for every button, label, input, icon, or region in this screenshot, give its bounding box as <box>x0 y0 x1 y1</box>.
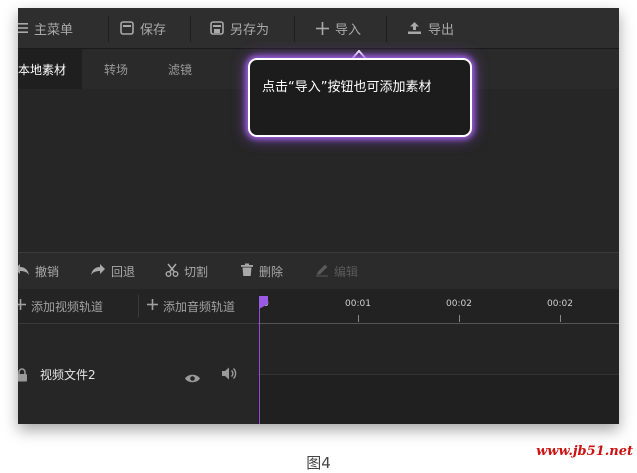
playhead-handle[interactable] <box>259 296 268 309</box>
tab-transitions[interactable]: 转场 <box>104 49 128 89</box>
save-as-icon <box>210 21 224 35</box>
ruler-tick-label: 00:02 <box>547 299 573 309</box>
editor-window: 主菜单 保存 另存为 导入 导出 本地素材 转场 滤镜 撤销 回退 切割 删除 … <box>18 8 619 424</box>
undo-label: 撤销 <box>35 264 60 279</box>
watermark: www.jb51.net <box>536 444 633 459</box>
ruler-tick <box>459 315 460 322</box>
trash-icon <box>240 263 254 280</box>
hamburger-icon <box>18 22 28 34</box>
timeline-track-area[interactable] <box>258 324 619 424</box>
toolbar-divider <box>386 16 387 42</box>
plus-icon <box>147 299 158 313</box>
timeline-lane[interactable] <box>258 324 619 375</box>
toolbar-divider <box>108 16 109 42</box>
ruler-tick-label: 00:02 <box>446 299 472 309</box>
pencil-icon <box>315 263 329 280</box>
cut-label: 切割 <box>184 264 209 279</box>
tab-filters[interactable]: 滤镜 <box>168 49 192 89</box>
redo-label: 回退 <box>111 264 136 279</box>
top-toolbar: 主菜单 保存 另存为 导入 导出 <box>18 8 619 49</box>
cut-button[interactable]: 切割 <box>165 253 208 289</box>
tooltip-text: 点击“导入”按钮也可添加素材 <box>262 80 432 95</box>
timeline-ruler[interactable]: 0 00:01 00:02 00:02 <box>258 289 619 324</box>
import-label: 导入 <box>335 22 362 38</box>
tab-local-media-label: 本地素材 <box>18 62 67 77</box>
track-header-divider <box>138 295 139 317</box>
export-button[interactable]: 导出 <box>407 8 454 48</box>
delete-label: 删除 <box>259 264 284 279</box>
ruler-tick-label: 00:01 <box>345 299 371 309</box>
ruler-tick <box>560 315 561 322</box>
edit-label: 编辑 <box>334 264 359 279</box>
ruler-tick <box>358 315 359 322</box>
tab-transitions-label: 转场 <box>104 62 129 77</box>
redo-button[interactable]: 回退 <box>90 253 135 289</box>
import-button[interactable]: 导入 <box>316 8 361 48</box>
save-button[interactable]: 保存 <box>120 8 166 48</box>
playhead[interactable] <box>259 297 260 424</box>
add-video-track-button[interactable]: 添加视频轨道 <box>18 289 103 323</box>
add-audio-track-label: 添加音频轨道 <box>163 299 236 314</box>
delete-button[interactable]: 删除 <box>240 253 283 289</box>
save-label: 保存 <box>140 22 167 38</box>
main-menu-label: 主菜单 <box>34 22 74 38</box>
tab-filters-label: 滤镜 <box>168 62 193 77</box>
plus-icon <box>316 21 329 35</box>
track-header: 添加视频轨道 添加音频轨道 <box>18 289 258 324</box>
track-header-row: 视频文件2 <box>18 324 258 424</box>
add-audio-track-button[interactable]: 添加音频轨道 <box>147 289 235 323</box>
toolbar-divider <box>294 16 295 42</box>
redo-icon <box>90 263 106 279</box>
upload-icon <box>407 21 422 35</box>
scissors-icon <box>165 263 179 280</box>
import-hint-tooltip: 点击“导入”按钮也可添加素材 <box>248 58 472 137</box>
speaker-icon[interactable] <box>221 366 237 385</box>
save-as-label: 另存为 <box>230 22 270 38</box>
edit-toolbar: 撤销 回退 切割 删除 编辑 <box>18 253 619 289</box>
export-label: 导出 <box>428 22 455 38</box>
undo-button[interactable]: 撤销 <box>18 253 59 289</box>
tab-local-media[interactable]: 本地素材 <box>18 49 82 89</box>
eye-icon[interactable] <box>184 369 201 388</box>
lock-icon[interactable] <box>18 367 28 386</box>
main-menu-button[interactable]: 主菜单 <box>18 8 73 48</box>
save-as-button[interactable]: 另存为 <box>210 8 269 48</box>
undo-icon <box>18 263 30 279</box>
track-name: 视频文件2 <box>40 368 96 382</box>
save-icon <box>120 21 134 35</box>
add-video-track-label: 添加视频轨道 <box>31 299 104 314</box>
toolbar-divider <box>190 16 191 42</box>
plus-icon <box>18 299 26 313</box>
edit-button[interactable]: 编辑 <box>315 253 358 289</box>
